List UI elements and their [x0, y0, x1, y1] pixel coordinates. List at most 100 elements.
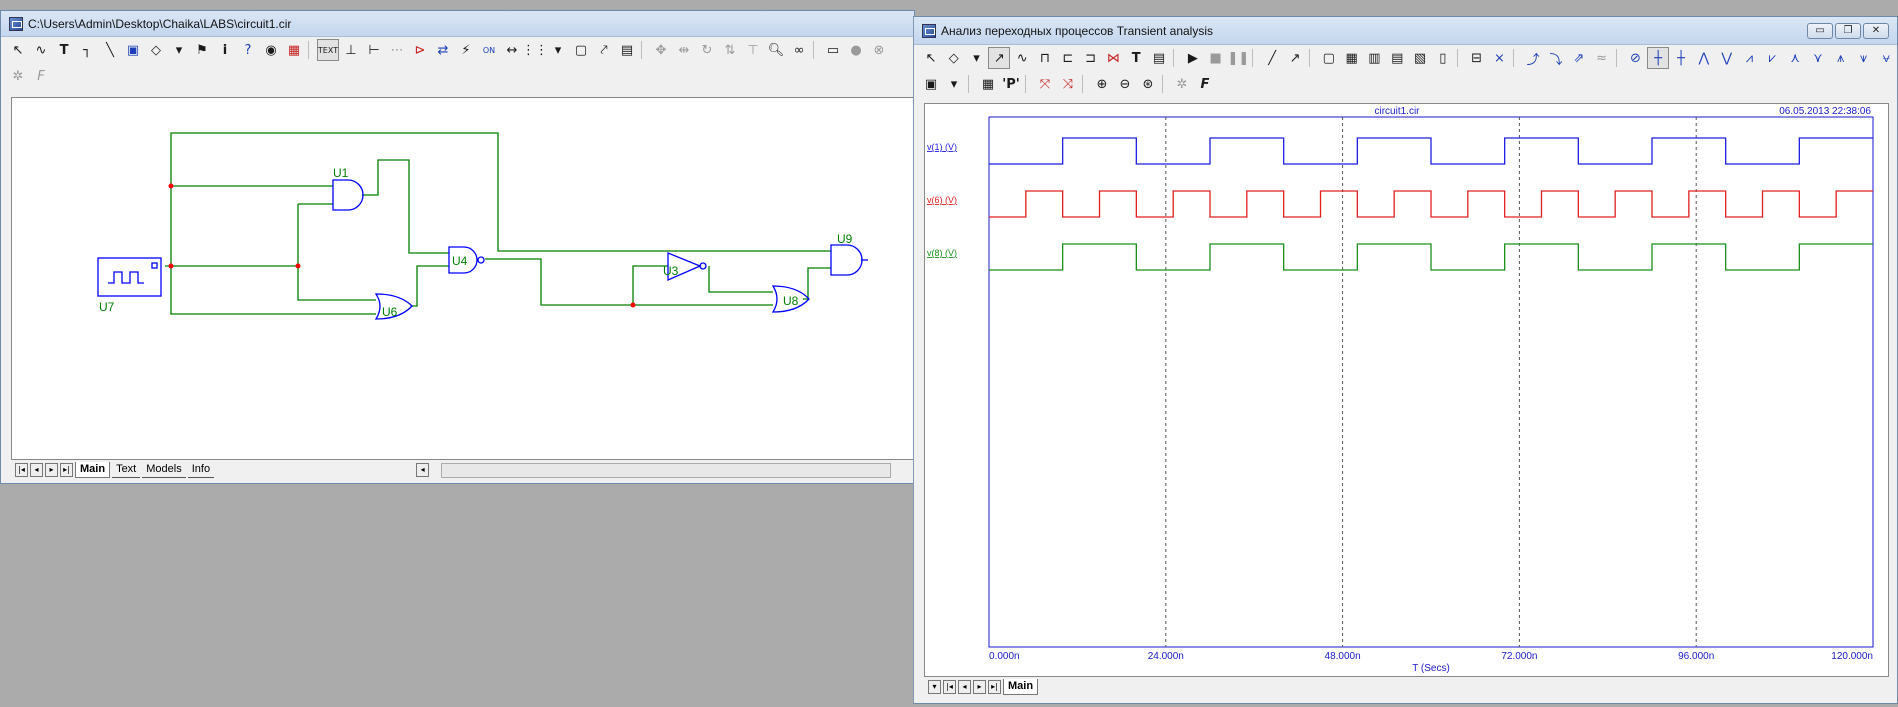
series-label[interactable]: v(8) (V)	[927, 248, 957, 258]
dropdown-icon[interactable]: ▾	[966, 47, 988, 69]
box-icon[interactable]: ▢	[1318, 47, 1340, 69]
zoom-out-icon[interactable]: ⊖	[1114, 73, 1136, 95]
grid-none-icon[interactable]: ▯	[1432, 47, 1454, 69]
prev-page-icon[interactable]: ◂	[958, 680, 971, 694]
global-high-icon[interactable]: ⋏	[1784, 47, 1806, 69]
end-icon[interactable]: ⩝	[1875, 47, 1897, 69]
bottom-icon[interactable]: ⩛	[1853, 47, 1875, 69]
current-icon[interactable]: ⇄	[432, 39, 454, 61]
tab-info[interactable]: Info	[187, 462, 215, 478]
zoom-in-icon[interactable]: ⊕	[1091, 73, 1113, 95]
marker-icon[interactable]: ⋈	[1103, 47, 1125, 69]
dropdown-icon[interactable]: ▾	[168, 39, 190, 61]
valley-icon[interactable]: ⤵	[1545, 47, 1567, 69]
select-arrow-icon[interactable]: ↖	[920, 47, 942, 69]
run-icon[interactable]: ▶	[1182, 47, 1204, 69]
valley-lo-icon[interactable]: ⋁	[1716, 47, 1738, 69]
font-icon[interactable]: F	[30, 65, 52, 87]
tab-models[interactable]: Models	[142, 462, 186, 478]
grid-minor-icon[interactable]: ▧	[1409, 47, 1431, 69]
max-icon[interactable]: ⩘	[1739, 47, 1761, 69]
wire-icon[interactable]: ∿	[30, 39, 52, 61]
wave-gray-icon[interactable]: ≈	[1591, 47, 1613, 69]
camera-icon[interactable]: ◉	[260, 39, 282, 61]
diagonal-wire-icon[interactable]: ╲	[99, 39, 121, 61]
tab-main[interactable]: Main	[75, 462, 111, 478]
pointer-icon[interactable]: ⤤	[593, 39, 615, 61]
tracker-icon[interactable]: ⊘	[1624, 47, 1646, 69]
maximize-button[interactable]: ❐	[1835, 22, 1861, 39]
last-page-icon[interactable]: ▸|	[60, 463, 73, 477]
cursor-right-icon[interactable]: ┼	[1670, 47, 1692, 69]
dropdown-icon[interactable]: ▾	[547, 39, 569, 61]
first-page-icon[interactable]: |◂	[943, 680, 956, 694]
shape-icon[interactable]: ◇	[943, 47, 965, 69]
cancel-icon[interactable]: ⊗	[868, 39, 890, 61]
next-page-icon[interactable]: ▸	[973, 680, 986, 694]
close-button[interactable]: ✕	[1863, 22, 1889, 39]
grid-fine-icon[interactable]: ▤	[1386, 47, 1408, 69]
comment-icon[interactable]: ▭	[822, 39, 844, 61]
node-numbers-icon[interactable]: ⊥	[340, 39, 362, 61]
clipboard-icon[interactable]: ▤	[616, 39, 638, 61]
pin-connection-icon[interactable]: ⊳	[409, 39, 431, 61]
analysis-titlebar[interactable]: Анализ переходных процессов Transient an…	[914, 17, 1897, 45]
slope-icon[interactable]: ⇗	[1568, 47, 1590, 69]
table-icon[interactable]: ▦	[977, 73, 999, 95]
window-icon[interactable]: ▢	[570, 39, 592, 61]
font-icon[interactable]: F	[1194, 73, 1216, 95]
tab-main[interactable]: Main	[1003, 679, 1039, 695]
series-label[interactable]: v(6) (V)	[927, 195, 957, 205]
step-icon[interactable]: ⊤	[742, 39, 764, 61]
p-icon[interactable]: 'P'	[1000, 73, 1022, 95]
schematic-titlebar[interactable]: C:\Users\Admin\Desktop\Chaika\LABS\circu…	[1, 11, 914, 37]
stop-icon[interactable]: ●	[845, 39, 867, 61]
clipboard-icon[interactable]: ▤	[1148, 47, 1170, 69]
inflection-icon[interactable]: ⩚	[1830, 47, 1852, 69]
line-icon[interactable]: ╱	[1261, 47, 1283, 69]
probe-icon[interactable]: ▦	[283, 39, 305, 61]
zoom-fit-icon[interactable]: ⊛	[1137, 73, 1159, 95]
min-icon[interactable]: ⩗	[1761, 47, 1783, 69]
grid-icon[interactable]: ⋮⋮	[522, 39, 548, 61]
x-scale-icon[interactable]: ⤧	[1034, 73, 1056, 95]
prev-page-icon[interactable]: ◂	[30, 463, 43, 477]
shape-icon[interactable]: ◇	[145, 39, 167, 61]
schematic-canvas[interactable]: U1 U3 U4 U6 U7 U8 U9	[11, 97, 914, 460]
dropdown-icon[interactable]: ▾	[943, 73, 965, 95]
u9-and-gate[interactable]	[830, 244, 868, 276]
pause-icon[interactable]: ❚❚	[1228, 47, 1250, 69]
text-icon[interactable]: T	[53, 39, 75, 61]
scroll-left-icon[interactable]: ◂	[416, 463, 430, 477]
next-page-icon[interactable]: ▸	[45, 463, 58, 477]
dual-icon[interactable]: ⊐	[1080, 47, 1102, 69]
find-icon[interactable]: 🔍︎	[765, 39, 787, 61]
dropdown-icon[interactable]: ▾	[928, 680, 941, 694]
axis-icon[interactable]: ⊟	[1466, 47, 1488, 69]
graph-icon[interactable]: ↗	[988, 47, 1011, 69]
series-label[interactable]: v(1) (V)	[927, 142, 957, 152]
u7-pulse-source[interactable]	[97, 257, 162, 297]
first-page-icon[interactable]: |◂	[15, 463, 28, 477]
info-icon[interactable]: i	[214, 39, 236, 61]
text-icon[interactable]: T	[1125, 47, 1147, 69]
component-icon[interactable]: ▣	[122, 39, 144, 61]
voltage-icon[interactable]: ⚡	[455, 39, 477, 61]
binoculars-icon[interactable]: ∞	[788, 39, 810, 61]
flip-icon[interactable]: ⇅	[719, 39, 741, 61]
y-scale-icon[interactable]: ⤨	[1057, 73, 1079, 95]
horizontal-scrollbar[interactable]	[441, 462, 892, 478]
pin-icon[interactable]: ⊢	[363, 39, 385, 61]
select-arrow-icon[interactable]: ↖	[7, 39, 29, 61]
flag-icon[interactable]: ⚑	[191, 39, 213, 61]
global-low-icon[interactable]: ⋎	[1807, 47, 1829, 69]
minimize-button[interactable]: ▭	[1807, 22, 1833, 39]
properties-icon[interactable]: ▣	[920, 73, 942, 95]
stop-icon[interactable]: ■	[1205, 47, 1227, 69]
cursor-left-icon[interactable]: ┼	[1647, 47, 1670, 69]
analysis-plot-canvas[interactable]: v(1) (V) v(6) (V) v(8) (V) 0.000n 24.000n 48…	[924, 103, 1889, 677]
last-page-icon[interactable]: ▸|	[988, 680, 1001, 694]
connect-icon[interactable]: ↔	[501, 39, 523, 61]
move-icon[interactable]: ✥	[650, 39, 672, 61]
grid-icon[interactable]: ▦	[1341, 47, 1363, 69]
